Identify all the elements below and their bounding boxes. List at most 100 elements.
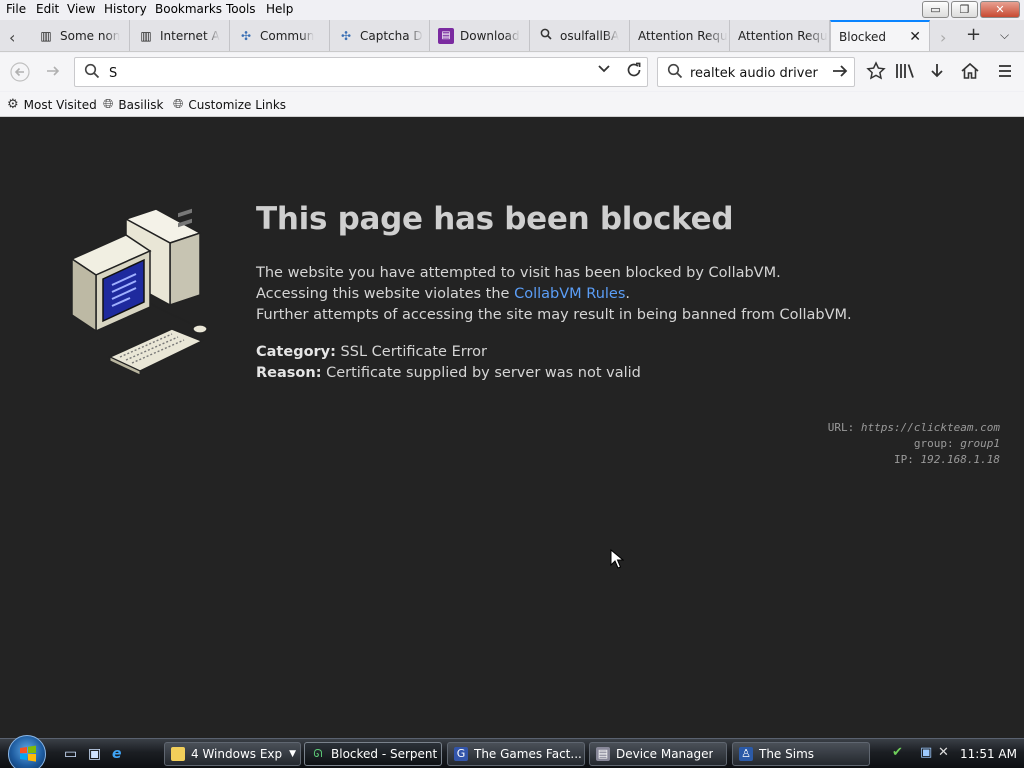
downloads-icon[interactable] [928, 61, 946, 86]
bookmark-label: Most Visited [23, 97, 97, 112]
device-manager-icon: ▤ [596, 747, 610, 761]
tab-2[interactable]: ▥ Internet A [130, 20, 230, 51]
menu-tools[interactable]: Tools [226, 2, 256, 16]
block-message-line-3: Further attempts of accessing the site m… [256, 307, 852, 323]
clock[interactable]: 11:51 AM [960, 747, 1017, 761]
download-site-icon: ▤ [438, 27, 454, 44]
globe-icon: 🌐︎ [173, 97, 184, 112]
search-icon [84, 63, 100, 83]
reason-row: Reason: Certificate supplied by server w… [256, 365, 641, 381]
task-label: The Sims [759, 747, 815, 761]
taskbar-the-sims[interactable]: ♙ The Sims [732, 742, 870, 766]
restore-button[interactable]: ❐ [951, 1, 978, 18]
forward-icon[interactable] [44, 62, 62, 84]
close-window-button[interactable]: ✕ [980, 1, 1020, 18]
tab-label: Attention Requ [638, 28, 728, 43]
minimize-button[interactable]: ▭ [922, 1, 949, 18]
globe-icon: 🌐︎ [103, 97, 114, 112]
meta-ip-label: IP: [894, 453, 921, 466]
task-label: Blocked - Serpent [331, 747, 438, 761]
hamburger-menu-icon[interactable] [997, 61, 1013, 86]
collabvm-rules-link[interactable]: CollabVM Rules [514, 286, 625, 302]
serpent-icon: ᘏ [313, 747, 323, 760]
back-icon[interactable] [10, 62, 30, 86]
menu-help[interactable]: Help [266, 2, 293, 16]
tab-label: Some non [60, 28, 121, 43]
task-label: 4 Windows Exp... [191, 747, 283, 761]
task-label: Device Manager [616, 747, 714, 761]
tab-9-active[interactable]: Blocked ✕ [830, 20, 930, 51]
blocked-page: This page has been blocked The website y… [0, 117, 1024, 738]
new-tab-icon[interactable]: + [966, 24, 981, 45]
tab-label: Attention Requ [738, 28, 828, 43]
menu-edit[interactable]: Edit [36, 2, 59, 16]
bookmark-basilisk[interactable]: 🌐︎ Basilisk [103, 97, 163, 112]
library-icon[interactable] [894, 61, 916, 86]
tab-label: osulfallBA [560, 28, 620, 43]
category-label: Category: [256, 344, 336, 360]
tab-7[interactable]: Attention Requ [630, 20, 730, 51]
meta-ip: IP: 192.168.1.18 [828, 452, 1000, 468]
search-input[interactable]: realtek audio driver [690, 66, 818, 81]
menu-history[interactable]: History [104, 2, 147, 16]
close-tab-icon[interactable]: ✕ [909, 29, 921, 45]
mouse-cursor-icon [610, 549, 624, 569]
reason-label: Reason: [256, 365, 322, 381]
volume-muted-icon[interactable]: ✕ [938, 745, 949, 760]
tab-label: Blocked [839, 29, 887, 44]
bookmark-most-visited[interactable]: ⚙ Most Visited [7, 97, 97, 112]
tab-label: Commun [260, 28, 315, 43]
tab-scroll-left-icon[interactable]: ‹ [9, 28, 15, 47]
browser-chrome: File Edit View History Bookmarks Tools H… [0, 0, 1024, 117]
rules-suffix: . [625, 286, 631, 302]
list-all-tabs-icon[interactable]: ⌵ [1000, 28, 1009, 43]
page-title: This page has been blocked [256, 201, 734, 237]
taskbar-device-manager[interactable]: ▤ Device Manager [589, 742, 727, 766]
url-bar[interactable]: S [74, 57, 648, 87]
search-icon [538, 28, 554, 44]
meta-group: group: group1 [828, 436, 1000, 452]
bookmark-customize-links[interactable]: 🌐︎ Customize Links [173, 97, 286, 112]
search-bar[interactable]: realtek audio driver [657, 57, 855, 87]
menu-file[interactable]: File [6, 2, 26, 16]
meta-url-value: https://clickteam.com [860, 421, 1000, 434]
puzzle-icon: ✣ [240, 28, 252, 43]
bookmarks-toolbar: ⚙ Most Visited 🌐︎ Basilisk 🌐︎ Customize … [0, 92, 1024, 117]
tab-8[interactable]: Attention Requ [730, 20, 830, 51]
show-desktop-icon[interactable]: ▭ [64, 746, 77, 762]
internet-explorer-icon[interactable]: e [112, 746, 122, 762]
chevron-down-icon[interactable] [597, 63, 611, 78]
tab-strip: ‹ ▥ Some non ▥ Internet A ✣ Commun ✣ Cap… [0, 20, 1024, 52]
tab-3[interactable]: ✣ Commun [230, 20, 330, 51]
chevron-down-icon: ▼ [289, 749, 296, 759]
start-button[interactable] [8, 735, 46, 768]
tab-5[interactable]: ▤ Download [430, 20, 530, 51]
windows-logo-icon [20, 745, 36, 762]
menu-bookmarks[interactable]: Bookmarks [155, 2, 222, 16]
home-icon[interactable] [960, 61, 980, 86]
reload-icon[interactable] [625, 61, 643, 84]
navigation-toolbar: S realtek audio driver [0, 53, 1024, 91]
tab-4[interactable]: ✣ Captcha D [330, 20, 430, 51]
arrow-right-icon[interactable] [830, 60, 850, 87]
star-icon[interactable] [866, 61, 886, 86]
security-check-icon[interactable]: ✔ [892, 745, 903, 760]
network-icon[interactable]: ▣ [920, 745, 932, 760]
meta-url-label: URL: [827, 421, 861, 434]
tab-6[interactable]: osulfallBA [530, 20, 630, 51]
sims-icon: ♙ [739, 747, 753, 761]
taskbar: ▭ ▣ e 4 Windows Exp... ▼ ᘏ Blocked - Ser… [0, 735, 1024, 768]
tab-scroll-right-icon[interactable]: › [940, 28, 946, 47]
url-input[interactable]: S [109, 66, 117, 81]
tab-1[interactable]: ▥ Some non [30, 20, 130, 51]
taskbar-windows-explorer[interactable]: 4 Windows Exp... ▼ [164, 742, 301, 766]
taskbar-blocked-serpent[interactable]: ᘏ Blocked - Serpent [304, 742, 442, 766]
block-message-line-1: The website you have attempted to visit … [256, 265, 781, 281]
meta-ip-value: 192.168.1.18 [920, 453, 1000, 466]
menu-view[interactable]: View [67, 2, 95, 16]
switch-windows-icon[interactable]: ▣ [88, 746, 101, 762]
taskbar-games-factory[interactable]: G The Games Fact... [447, 742, 585, 766]
search-icon [667, 63, 683, 83]
block-metadata: URL: https://clickteam.com group: group1… [828, 420, 1000, 468]
category-row: Category: SSL Certificate Error [256, 344, 487, 360]
